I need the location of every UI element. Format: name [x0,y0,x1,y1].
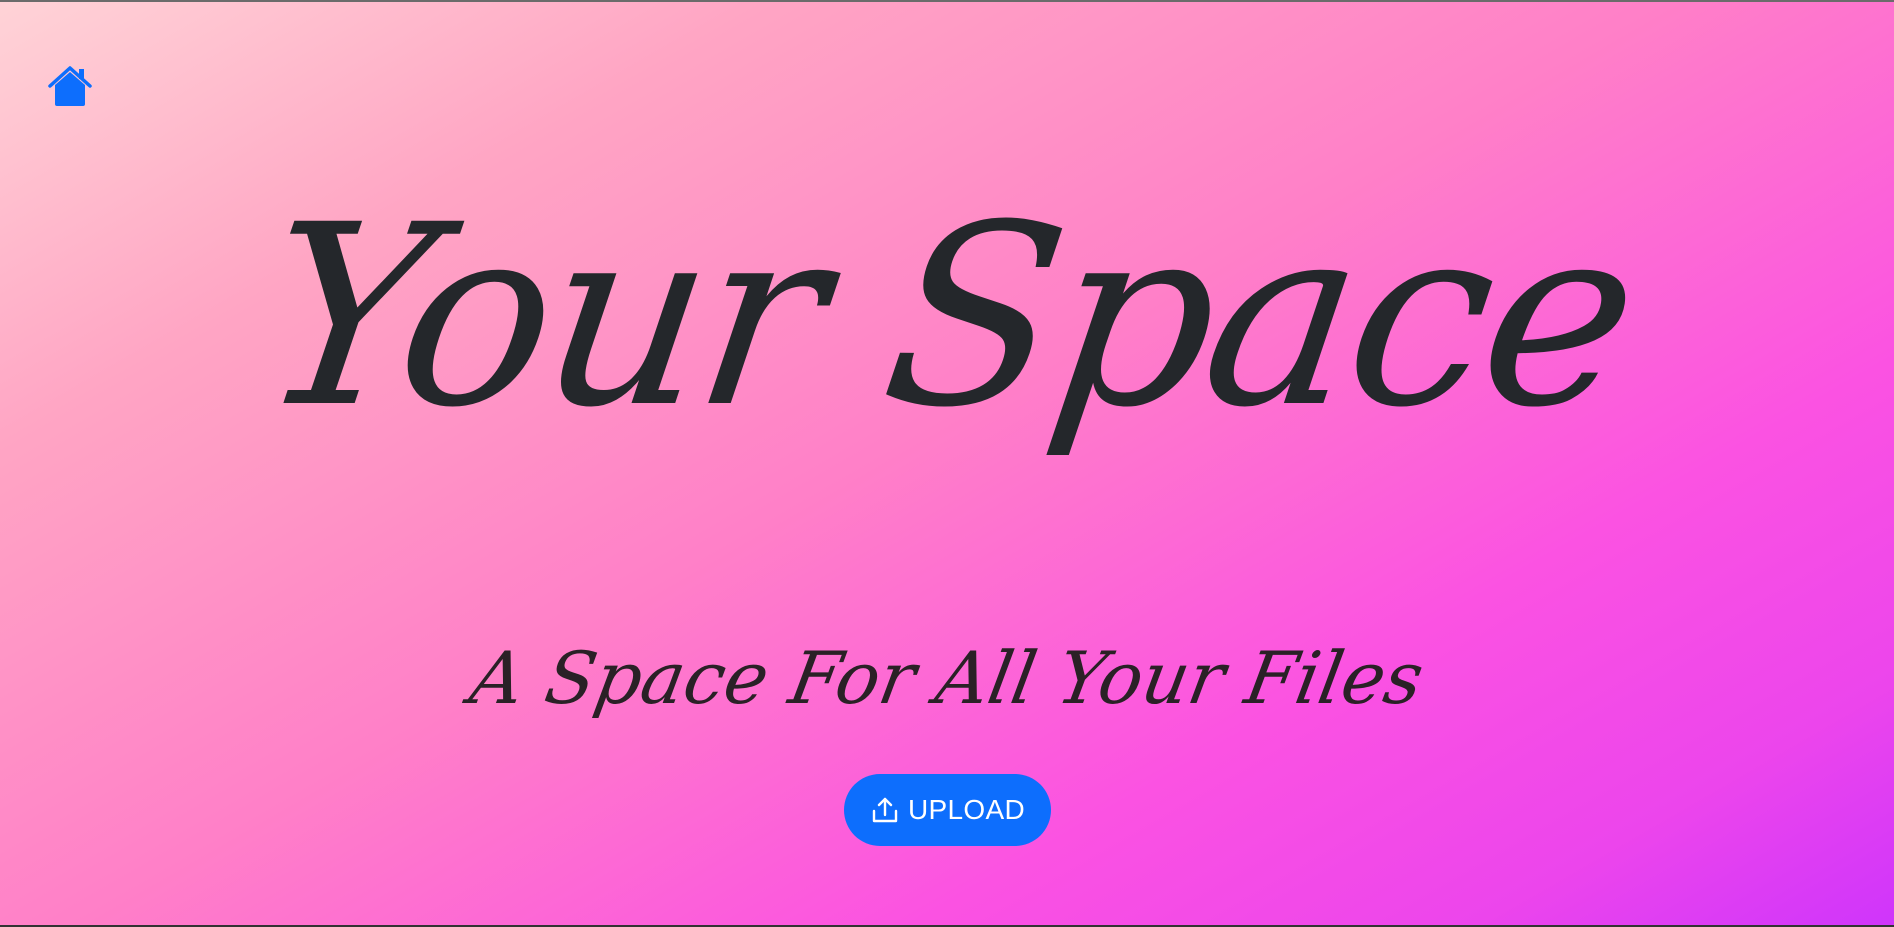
page-title: Your Space [245,171,1649,462]
hero: Your Space [0,171,1894,462]
landing-page: Your Space A Space For All Your Files UP… [0,0,1894,927]
page-subtitle: A Space For All Your Files [464,636,1430,720]
upload-button-label: UPLOAD [908,794,1025,825]
home-button[interactable] [46,64,94,108]
upload-button[interactable]: UPLOAD [844,774,1051,846]
upload-icon [870,795,900,825]
home-icon [46,64,94,108]
